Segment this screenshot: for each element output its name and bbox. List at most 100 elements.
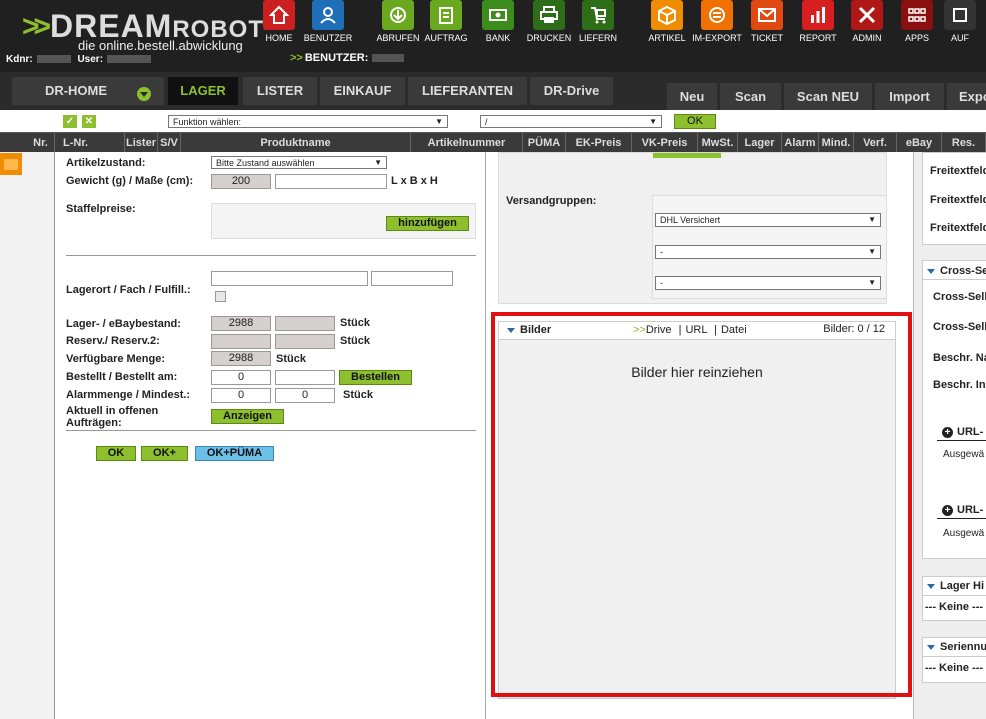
fach-input[interactable] [371, 271, 453, 286]
col-ek-preis[interactable]: EK-Preis [566, 133, 632, 153]
gewicht-label: Gewicht (g) / Maße (cm): [66, 175, 194, 187]
tools-icon [851, 0, 883, 30]
tab-lager[interactable]: LAGER [168, 77, 238, 105]
subtab-scan[interactable]: Scan [720, 83, 781, 110]
tab-einkauf[interactable]: EINKAUF [320, 77, 405, 105]
col-l-nr[interactable]: L-Nr. [55, 133, 125, 153]
versandgruppe-select-3[interactable]: - ▼ [655, 276, 881, 290]
toolbar-label: REPORT [799, 33, 837, 43]
col-lager[interactable]: Lager [738, 133, 782, 153]
reserv-input[interactable] [211, 334, 271, 349]
col-verf[interactable]: Verf. [854, 133, 897, 153]
ok-button[interactable]: OK [96, 446, 136, 461]
fulfill-checkbox[interactable] [215, 291, 226, 302]
toolbar-abrufen-button[interactable]: ABRUFEN [371, 0, 425, 43]
divider [66, 255, 476, 256]
toolbar-admin-button[interactable]: ADMIN [840, 0, 894, 43]
hinzufuegen-button[interactable]: hinzufügen [386, 216, 469, 231]
versandgruppe-select-1[interactable]: DHL Versichert ▼ [655, 213, 881, 227]
check-all-icon[interactable]: ✓ [63, 115, 77, 128]
second-select[interactable]: / ▼ [480, 115, 662, 128]
ok-plus-button[interactable]: OK+ [141, 446, 188, 461]
uncheck-all-icon[interactable]: ✕ [82, 115, 96, 128]
lager-historie-title[interactable]: Lager Hi [927, 580, 984, 592]
col-vk-preis[interactable]: VK-Preis [632, 133, 698, 153]
tab-lieferanten[interactable]: LIEFERANTEN [408, 77, 527, 105]
col-mwst[interactable]: MwSt. [698, 133, 738, 153]
col-produktname[interactable]: Produktname [181, 133, 411, 153]
subtab-import[interactable]: Import [875, 83, 944, 110]
cross-sell-label: Cross-Sell [933, 321, 986, 333]
beschr-in-label: Beschr. In [933, 379, 986, 391]
seriennummer-title[interactable]: Seriennu [927, 641, 986, 653]
toolbar-auftrag-button[interactable]: AUFTRAG [419, 0, 473, 43]
artikelzustand-select[interactable]: Bitte Zustand auswählen ▼ [211, 156, 387, 169]
lagerbestand-input[interactable]: 2988 [211, 316, 271, 331]
partial-button[interactable] [653, 153, 721, 158]
toolbar-home-button[interactable]: HOME [252, 0, 306, 43]
cross-sell-title[interactable]: Cross-Se [927, 265, 986, 277]
tab-dr-drive[interactable]: DR-Drive [530, 77, 613, 105]
top-bar: >> DREAMROBOT die online.bestell.abwickl… [0, 0, 986, 72]
col-nr[interactable]: Nr. [27, 133, 55, 153]
col-mind[interactable]: Mind. [819, 133, 854, 153]
gewicht-input[interactable]: 200 [211, 174, 271, 189]
lager-historie-box: Lager Hi --- Keine --- [922, 576, 986, 621]
col-alarm[interactable]: Alarm [782, 133, 819, 153]
toolbar-label: ADMIN [852, 33, 882, 43]
col-ebay[interactable]: eBay [897, 133, 942, 153]
anzeigen-button[interactable]: Anzeigen [211, 409, 284, 424]
toolbar-bank-button[interactable]: BANK [471, 0, 525, 43]
printer-icon [533, 0, 565, 30]
lagerort-label: Lagerort / Fach / Fulfill.: [66, 284, 191, 296]
bestellt-am-input[interactable] [275, 370, 335, 385]
col-artikelnummer[interactable]: Artikelnummer [411, 133, 523, 153]
toolbar-label: AUF [951, 33, 969, 43]
subtab-export[interactable]: Expo [947, 83, 986, 110]
home-icon [263, 0, 295, 30]
url-label[interactable]: + URL- [942, 426, 983, 438]
keine-label: --- Keine --- [925, 662, 984, 674]
folder-icon[interactable] [0, 153, 22, 175]
masse-input[interactable] [275, 174, 387, 189]
logo-chevrons-icon: >> [22, 10, 51, 43]
toolbar-auf-button[interactable]: AUF [933, 0, 986, 43]
col-lister[interactable]: Lister [125, 133, 158, 153]
reserv2-input[interactable] [275, 334, 335, 349]
ausgewaehlt-label: Ausgewä [943, 528, 985, 539]
subtab-neu[interactable]: Neu [667, 83, 717, 110]
toolbar-report-button[interactable]: REPORT [791, 0, 845, 43]
subtab-scan-neu[interactable]: Scan NEU [784, 83, 872, 110]
versand-box: Versandgruppen: DHL Versichert ▼ - ▼ - ▼ [498, 152, 887, 304]
toolbar-im-export-button[interactable]: IM-EXPORT [690, 0, 744, 43]
toolbar-artikel-button[interactable]: ARTIKEL [640, 0, 694, 43]
users-icon [312, 0, 344, 30]
ok-puema-button[interactable]: OK+PÜMA [195, 446, 274, 461]
bestellen-button[interactable]: Bestellen [339, 370, 412, 385]
dr-home-dropdown-icon[interactable] [137, 87, 151, 101]
tab-lister[interactable]: LISTER [243, 77, 317, 105]
ebaybestand-input[interactable] [275, 316, 335, 331]
toolbar-drucken-button[interactable]: DRUCKEN [522, 0, 576, 43]
function-select[interactable]: Funktion wählen: ▼ [168, 115, 448, 128]
download-icon [382, 0, 414, 30]
exchange-icon [701, 0, 733, 30]
col-puema[interactable]: PÜMA [523, 133, 566, 153]
blurred-benutzer [372, 54, 405, 63]
versandgruppe-select-2[interactable]: - ▼ [655, 245, 881, 259]
col-res[interactable]: Res. [942, 133, 986, 153]
freitext-label: Freitextfeld [930, 222, 986, 234]
url-label[interactable]: + URL- [942, 504, 983, 516]
alarmmenge-input[interactable]: 0 [211, 388, 271, 403]
filter-ok-button[interactable]: OK [674, 114, 716, 129]
col-sv[interactable]: S/V [158, 133, 181, 153]
toolbar-liefern-button[interactable]: LIEFERN [571, 0, 625, 43]
mindest-input[interactable]: 0 [275, 388, 335, 403]
article-details-panel: Artikelzustand: Bitte Zustand auswählen ▼… [55, 152, 485, 719]
collapse-icon [927, 268, 935, 274]
lagerort-input[interactable] [211, 271, 368, 286]
toolbar-benutzer-button[interactable]: BENUTZER [301, 0, 355, 43]
toolbar-ticket-button[interactable]: TICKET [740, 0, 794, 43]
bestellt-input[interactable]: 0 [211, 370, 271, 385]
collapse-icon [927, 644, 935, 650]
